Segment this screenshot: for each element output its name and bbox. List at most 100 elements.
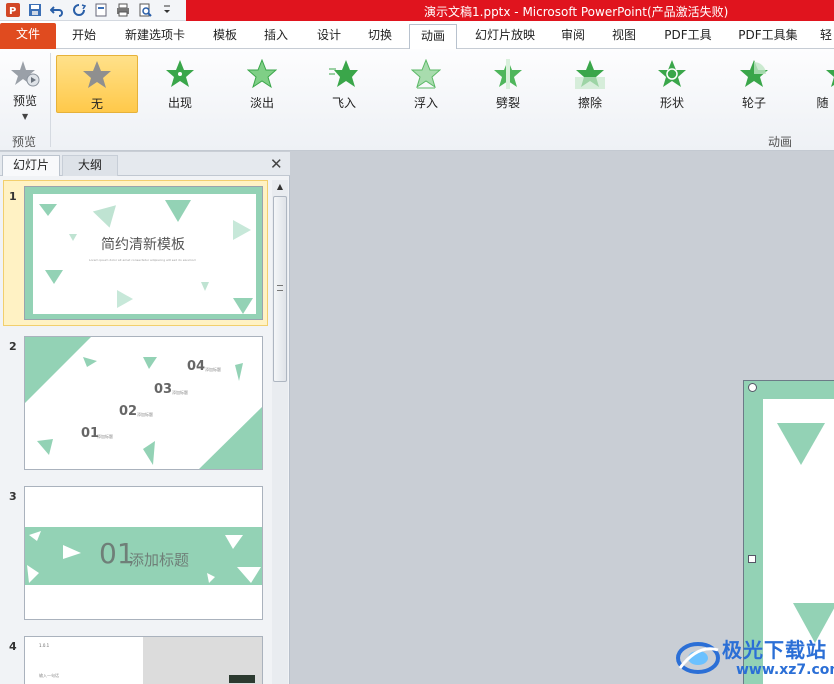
star-none-icon bbox=[83, 61, 111, 88]
star-fade-icon bbox=[247, 59, 277, 89]
quick-access-toolbar: P bbox=[0, 0, 186, 21]
animation-split[interactable]: 劈裂 bbox=[467, 55, 549, 113]
tab-home[interactable]: 开始 bbox=[62, 24, 106, 49]
animation-random[interactable]: 随机 bbox=[795, 55, 834, 113]
title-banner: 演示文稿1.pptx - Microsoft PowerPoint(产品激活失败… bbox=[186, 0, 834, 21]
triangle bbox=[777, 423, 825, 465]
star-random-icon bbox=[826, 70, 834, 87]
preview-label: 预览 bbox=[12, 94, 37, 108]
triangle bbox=[117, 290, 133, 308]
animation-label: 劈裂 bbox=[495, 96, 520, 110]
animation-label: 擦除 bbox=[577, 96, 602, 110]
animation-fly-in[interactable]: 飞入 bbox=[303, 55, 385, 113]
agenda-label: 添加标题 bbox=[97, 434, 113, 439]
save-icon[interactable] bbox=[26, 1, 44, 19]
scroll-thumb[interactable] bbox=[273, 196, 287, 382]
agenda-label: 添加标题 bbox=[205, 367, 221, 372]
triangle bbox=[233, 298, 253, 314]
title-bar: P 演示文稿1.pptx - Microsoft PowerPoint(产品激活… bbox=[0, 0, 834, 21]
tab-templates[interactable]: 模板 bbox=[204, 24, 246, 49]
animation-wheel[interactable]: 轮子 bbox=[713, 55, 795, 113]
new-slide-icon[interactable] bbox=[92, 1, 110, 19]
tab-light[interactable]: 轻 bbox=[818, 24, 834, 49]
animation-float-in[interactable]: 浮入 bbox=[385, 55, 467, 113]
tab-pdf-tools[interactable]: PDF工具 bbox=[656, 24, 720, 49]
slide-number: 1 bbox=[9, 190, 17, 203]
redo-icon[interactable] bbox=[70, 1, 88, 19]
tab-design[interactable]: 设计 bbox=[307, 24, 351, 49]
slide-1-canvas: 简约清新模板 Lorem ipsum dolor sit amet consec… bbox=[33, 194, 256, 314]
slide-4-heading: 1.0.1 bbox=[39, 643, 50, 648]
watermark-logo-icon bbox=[676, 642, 720, 674]
grip-icon bbox=[277, 285, 283, 291]
tab-file[interactable]: 文件 bbox=[0, 23, 56, 49]
animation-group-label: 动画 bbox=[768, 135, 793, 149]
preview-button[interactable]: 预览 ▼ bbox=[2, 55, 48, 121]
tab-pdf-toolset[interactable]: PDF工具集 bbox=[730, 24, 806, 49]
tab-transitions[interactable]: 切换 bbox=[358, 24, 402, 49]
tab-view[interactable]: 视图 bbox=[602, 24, 646, 49]
tab-outline[interactable]: 大纲 bbox=[62, 155, 118, 176]
customize-qat-icon[interactable] bbox=[158, 1, 176, 19]
triangle bbox=[45, 270, 63, 284]
preview-dropdown-icon[interactable]: ▼ bbox=[22, 112, 28, 121]
animation-label: 淡出 bbox=[249, 96, 274, 110]
animation-label: 无 bbox=[90, 97, 103, 111]
agenda-number: 03 bbox=[154, 382, 173, 397]
star-wheel-icon bbox=[740, 60, 768, 87]
watermark-url: www.xz7.com bbox=[736, 662, 834, 678]
slide-thumbnail-3[interactable]: 01 添加标题 bbox=[24, 486, 263, 620]
site-watermark: 极光下载站 www.xz7.com bbox=[672, 630, 834, 684]
slide-thumbnail-2[interactable]: 04 添加标题 03 添加标题 02 添加标题 01 添加标题 bbox=[24, 336, 263, 470]
slide-3-title: 添加标题 bbox=[129, 551, 190, 569]
slide-4-plant bbox=[229, 675, 255, 683]
resize-handle[interactable] bbox=[748, 555, 756, 563]
ribbon-tabs: 文件 开始 新建选项卡 模板 插入 设计 切换 动画 幻灯片放映 审阅 视图 P… bbox=[0, 21, 834, 50]
triangle bbox=[92, 205, 122, 231]
undo-icon[interactable] bbox=[48, 1, 66, 19]
tab-slides[interactable]: 幻灯片 bbox=[2, 155, 60, 176]
animation-label: 轮子 bbox=[741, 96, 766, 110]
star-wipe-icon bbox=[575, 60, 605, 89]
animation-none[interactable]: 无 bbox=[56, 55, 138, 113]
print-preview-icon[interactable] bbox=[136, 1, 154, 19]
animation-label: 飞入 bbox=[331, 96, 356, 110]
triangle bbox=[165, 200, 191, 222]
agenda-label: 添加标题 bbox=[137, 412, 153, 417]
triangle bbox=[69, 234, 77, 241]
tab-animations[interactable]: 动画 bbox=[409, 24, 457, 50]
scroll-up-icon[interactable]: ▲ bbox=[272, 180, 288, 194]
slide-1-title: 简约清新模板 bbox=[101, 237, 185, 253]
slide-number: 4 bbox=[9, 640, 17, 653]
group-separator bbox=[50, 53, 51, 147]
tab-new-tab[interactable]: 新建选项卡 bbox=[112, 24, 198, 49]
close-icon[interactable]: ✕ bbox=[270, 155, 283, 173]
animation-wipe[interactable]: 擦除 bbox=[549, 55, 631, 113]
agenda-label: 添加标题 bbox=[172, 390, 188, 395]
slide-4-caption: 输入一句话 bbox=[39, 673, 59, 678]
animation-label: 随机 bbox=[816, 96, 829, 110]
tab-slideshow[interactable]: 幻灯片放映 bbox=[465, 24, 545, 49]
slide-thumbnail-1[interactable]: 简约清新模板 Lorem ipsum dolor sit amet consec… bbox=[24, 186, 263, 320]
preview-star-icon bbox=[11, 61, 40, 87]
star-appear-icon bbox=[166, 60, 194, 87]
panel-scrollbar[interactable]: ▲ bbox=[272, 180, 288, 684]
triangle bbox=[233, 220, 251, 240]
slide-thumbnail-4[interactable]: 1.0.1 输入一句话 bbox=[24, 636, 263, 684]
powerpoint-app-icon[interactable]: P bbox=[4, 1, 22, 19]
animation-label: 浮入 bbox=[413, 96, 438, 110]
animation-fade[interactable]: 淡出 bbox=[221, 55, 303, 113]
animation-shape[interactable]: 形状 bbox=[631, 55, 713, 113]
svg-text:P: P bbox=[9, 6, 16, 17]
animation-appear[interactable]: 出现 bbox=[139, 55, 221, 113]
print-icon[interactable] bbox=[114, 1, 132, 19]
tab-review[interactable]: 审阅 bbox=[552, 24, 594, 49]
star-float-in-icon bbox=[411, 59, 441, 89]
tab-insert[interactable]: 插入 bbox=[254, 24, 298, 49]
slide-number: 3 bbox=[9, 490, 17, 503]
animation-label: 形状 bbox=[659, 96, 684, 110]
animations-ribbon: 预览 ▼ 无 出现 淡出 飞入 浮入 劈裂 擦除 形状 轮子 随机 预览 bbox=[0, 49, 834, 151]
triangle bbox=[39, 204, 57, 216]
rotate-handle[interactable] bbox=[748, 383, 757, 392]
agenda-number: 02 bbox=[119, 404, 138, 419]
